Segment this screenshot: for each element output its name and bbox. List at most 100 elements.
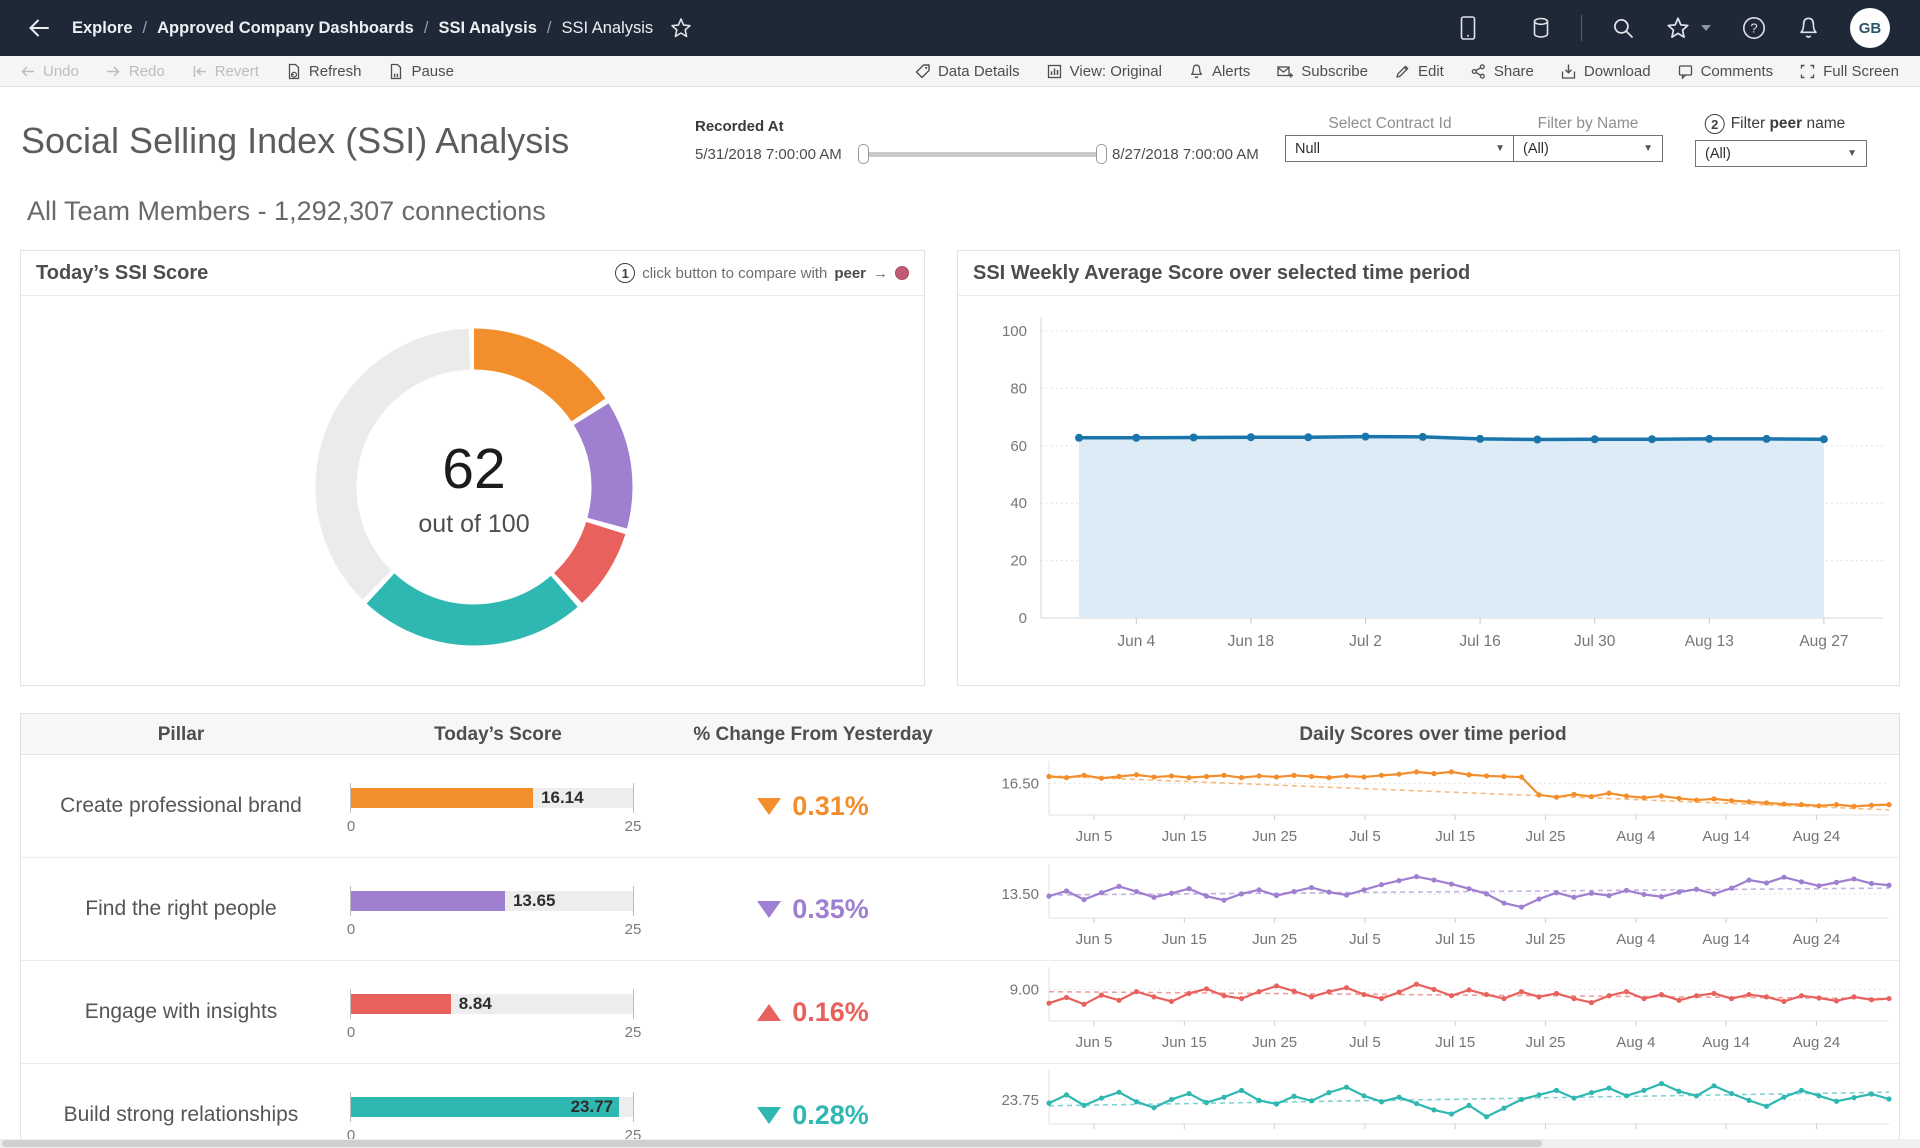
breadcrumb-item-project[interactable]: Approved Company Dashboards — [157, 19, 414, 38]
pillar-name: Engage with insights — [21, 961, 341, 1063]
edit-button[interactable]: Edit — [1394, 63, 1444, 80]
recorded-at-slider-handle-end[interactable] — [1096, 144, 1107, 164]
filter-contract-id-dropdown[interactable]: Null ▼ — [1285, 135, 1515, 162]
favorites-star-icon — [1665, 15, 1691, 41]
download-button[interactable]: Download — [1560, 63, 1651, 80]
weekly-panel-header: SSI Weekly Average Score over selected t… — [958, 251, 1899, 296]
data-details-button[interactable]: Data Details — [914, 63, 1020, 80]
svg-text:Jul 16: Jul 16 — [1459, 633, 1500, 650]
breadcrumb: Explore / Approved Company Dashboards / … — [72, 19, 653, 38]
svg-text:Jun 18: Jun 18 — [1228, 633, 1275, 650]
recorded-at-end-date: 8/27/2018 7:00:00 AM — [1112, 146, 1259, 163]
breadcrumb-separator: / — [547, 19, 552, 38]
svg-text:Jun 4: Jun 4 — [1117, 633, 1155, 650]
filter-by-name-dropdown[interactable]: (All) ▼ — [1513, 135, 1663, 162]
svg-text:Aug 4: Aug 4 — [1616, 828, 1655, 845]
redo-icon — [105, 63, 122, 80]
alerts-label: Alerts — [1212, 63, 1250, 80]
breadcrumb-item-explore[interactable]: Explore — [72, 19, 133, 38]
search-icon[interactable] — [1611, 16, 1636, 41]
alerts-button[interactable]: Alerts — [1188, 63, 1250, 80]
svg-text:Jun 25: Jun 25 — [1252, 931, 1297, 948]
back-button[interactable] — [26, 15, 52, 41]
view-original-button[interactable]: View: Original — [1046, 63, 1162, 80]
weekly-average-line-chart[interactable]: 020406080100Jun 4Jun 18Jul 2Jul 16Jul 30… — [958, 296, 1899, 684]
refresh-label: Refresh — [309, 63, 362, 80]
step-1-badge: 1 — [615, 263, 635, 283]
help-icon[interactable]: ? — [1741, 15, 1767, 41]
daily-scores-sparkline[interactable]: 16.50Jun 5Jun 15Jun 25Jul 5Jul 15Jul 25A… — [961, 757, 1901, 855]
filter-peer-name-label: 2 Filter peer name — [1705, 114, 1846, 134]
filter-peer-name-dropdown[interactable]: (All) ▼ — [1695, 140, 1867, 167]
redo-button[interactable]: Redo — [105, 63, 165, 80]
column-header-pillar: Pillar — [158, 714, 204, 755]
filter-contract-id-label: Select Contract Id — [1328, 115, 1451, 133]
topbar-action-icons: ? GB — [1457, 8, 1890, 48]
table-row: Create professional brand 16.14 0 25 0.3… — [21, 755, 1899, 858]
svg-text:Jul 25: Jul 25 — [1526, 931, 1566, 948]
user-avatar[interactable]: GB — [1850, 8, 1890, 48]
ssi-score-panel-title: Today’s SSI Score — [36, 262, 208, 285]
bar-axis-end-tick — [633, 783, 634, 813]
daily-scores-sparkline[interactable]: 9.00Jun 5Jun 15Jun 25Jul 5Jul 15Jul 25Au… — [961, 963, 1901, 1061]
weekly-average-panel: SSI Weekly Average Score over selected t… — [957, 250, 1900, 686]
change-direction-icon — [757, 1107, 781, 1124]
page-subtitle: All Team Members - 1,292,307 connections — [27, 196, 546, 227]
svg-text:9.00: 9.00 — [1010, 981, 1039, 998]
svg-text:Jul 5: Jul 5 — [1349, 1034, 1381, 1051]
svg-text:Aug 24: Aug 24 — [1793, 931, 1841, 948]
comments-bubble-icon — [1677, 63, 1694, 80]
ssi-score-panel-header: Today’s SSI Score 1 click button to comp… — [21, 251, 924, 296]
pillar-name: Find the right people — [21, 858, 341, 960]
pause-button[interactable]: Pause — [387, 63, 454, 80]
horizontal-scrollbar[interactable] — [0, 1139, 1920, 1148]
svg-text:100: 100 — [1002, 323, 1027, 340]
daily-scores-sparkline[interactable]: 23.75Jun 5Jun 15Jun 25Jul 5Jul 15Jul 25A… — [961, 1066, 1901, 1148]
svg-text:Jul 5: Jul 5 — [1349, 931, 1381, 948]
table-row: Find the right people 13.65 0 25 0.35% 1… — [21, 858, 1899, 961]
favorite-star-icon[interactable] — [669, 16, 693, 40]
device-layouts-icon[interactable] — [1457, 15, 1479, 42]
column-header-daily-scores: Daily Scores over time period — [1299, 714, 1566, 755]
todays-ssi-score-panel: Today’s SSI Score 1 click button to comp… — [20, 250, 925, 686]
share-button[interactable]: Share — [1470, 63, 1534, 80]
svg-text:Aug 14: Aug 14 — [1702, 1034, 1750, 1051]
view-toolbar: Undo Redo Revert Refresh Pause Data — [0, 56, 1920, 87]
score-bar: 13.65 0 25 — [351, 891, 633, 911]
column-header-change: % Change From Yesterday — [693, 714, 932, 755]
svg-text:Aug 4: Aug 4 — [1616, 931, 1655, 948]
score-value: 16.14 — [541, 788, 584, 808]
score-bar-track — [351, 788, 633, 808]
recorded-at-slider-handle-start[interactable] — [858, 144, 869, 164]
favorites-menu[interactable] — [1665, 15, 1712, 41]
change-from-yesterday: 0.28% — [663, 1064, 963, 1148]
view-original-label: View: Original — [1070, 63, 1162, 80]
data-details-label: Data Details — [938, 63, 1020, 80]
svg-text:Aug 4: Aug 4 — [1616, 1034, 1655, 1051]
refresh-icon — [285, 63, 302, 80]
breadcrumb-separator: / — [424, 19, 429, 38]
svg-text:Jul 25: Jul 25 — [1526, 1034, 1566, 1051]
revert-icon — [191, 63, 208, 80]
revert-button[interactable]: Revert — [191, 63, 259, 80]
full-screen-button[interactable]: Full Screen — [1799, 63, 1899, 80]
refresh-button[interactable]: Refresh — [285, 63, 362, 80]
subscribe-label: Subscribe — [1301, 63, 1368, 80]
breadcrumb-item-workbook[interactable]: SSI Analysis — [438, 19, 536, 38]
peer-compare-button[interactable] — [895, 266, 909, 280]
score-bar-track — [351, 891, 633, 911]
undo-button[interactable]: Undo — [19, 63, 79, 80]
daily-scores-sparkline[interactable]: 13.50Jun 5Jun 15Jun 25Jul 5Jul 15Jul 25A… — [961, 860, 1901, 958]
subscribe-button[interactable]: Subscribe — [1276, 63, 1368, 80]
comments-button[interactable]: Comments — [1677, 63, 1774, 80]
notifications-bell-icon[interactable] — [1796, 15, 1821, 42]
edit-label: Edit — [1418, 63, 1444, 80]
filter-by-name-value: (All) — [1523, 141, 1549, 157]
svg-text:Jul 30: Jul 30 — [1574, 633, 1616, 650]
recorded-at-slider-track[interactable] — [869, 152, 1097, 157]
ssi-score-donut-chart[interactable] — [314, 327, 634, 647]
table-row: Build strong relationships 23.77 0 25 0.… — [21, 1064, 1899, 1148]
horizontal-scrollbar-thumb[interactable] — [2, 1140, 1542, 1147]
data-source-icon[interactable] — [1530, 16, 1552, 41]
score-bar: 8.84 0 25 — [351, 994, 633, 1014]
